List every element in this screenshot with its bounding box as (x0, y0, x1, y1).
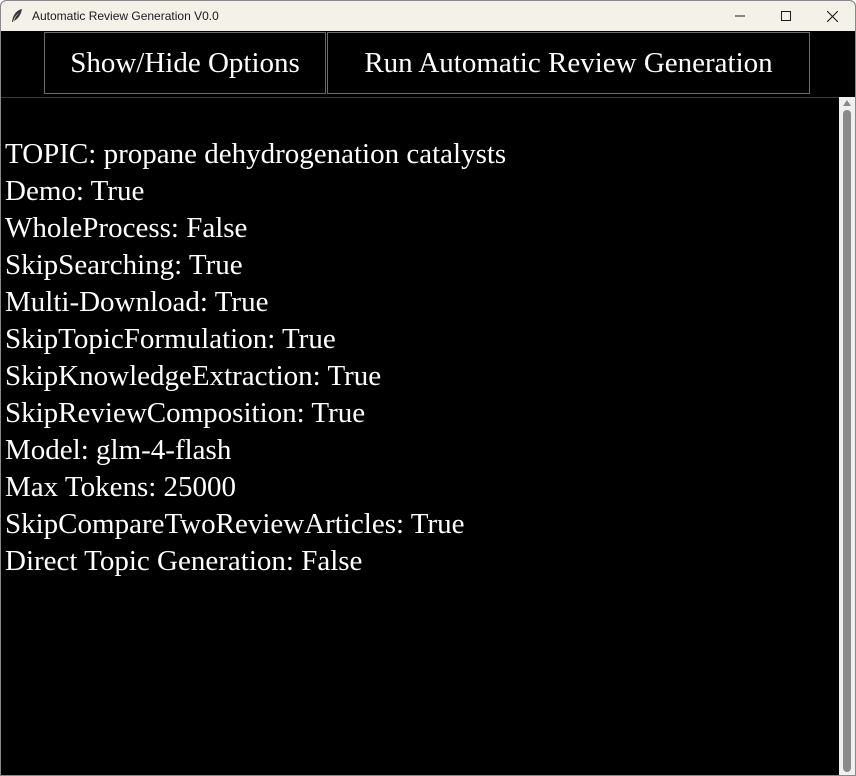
minimize-button[interactable] (717, 1, 763, 31)
output-line-skip-review-composition: SkipReviewComposition: True (5, 397, 366, 429)
maximize-icon (781, 11, 791, 21)
output-line-direct-topic-generation: Direct Topic Generation: False (5, 545, 363, 577)
output-line-model: Model: glm-4-flash (5, 434, 232, 466)
output-line-skip-knowledge-extraction: SkipKnowledgeExtraction: True (5, 360, 382, 392)
output-line-multi-download: Multi-Download: True (5, 286, 269, 318)
output-line-skip-searching: SkipSearching: True (5, 249, 243, 281)
close-icon (826, 10, 838, 22)
app-window: Automatic Review Generation V0.0 Show/Hi… (0, 0, 856, 776)
output-line-demo: Demo: True (5, 175, 145, 207)
show-hide-options-button[interactable]: Show/Hide Options (44, 32, 326, 94)
feather-icon (10, 8, 24, 24)
output-line-skip-topic-formulation: SkipTopicFormulation: True (5, 323, 336, 355)
scrollbar-thumb[interactable] (843, 110, 851, 772)
minimize-icon (735, 15, 745, 17)
title-bar[interactable]: Automatic Review Generation V0.0 (1, 1, 855, 31)
output-text-area[interactable]: TOPIC: propane dehydrogenation catalysts… (1, 97, 839, 775)
close-button[interactable] (809, 1, 855, 31)
scroll-up-arrow-icon[interactable] (843, 100, 851, 106)
output-line-whole-process: WholeProcess: False (5, 212, 248, 244)
output-lines: TOPIC: propane dehydrogenation catalysts… (5, 136, 506, 580)
toolbar: Show/Hide Options Run Automatic Review G… (1, 31, 855, 97)
vertical-scrollbar[interactable] (839, 97, 855, 775)
run-review-generation-button[interactable]: Run Automatic Review Generation (327, 32, 810, 94)
maximize-button[interactable] (763, 1, 809, 31)
output-line-topic: TOPIC: propane dehydrogenation catalysts (5, 138, 507, 170)
window-title: Automatic Review Generation V0.0 (32, 9, 219, 23)
output-line-max-tokens: Max Tokens: 25000 (5, 471, 237, 503)
output-line-skip-compare: SkipCompareTwoReviewArticles: True (5, 508, 465, 540)
